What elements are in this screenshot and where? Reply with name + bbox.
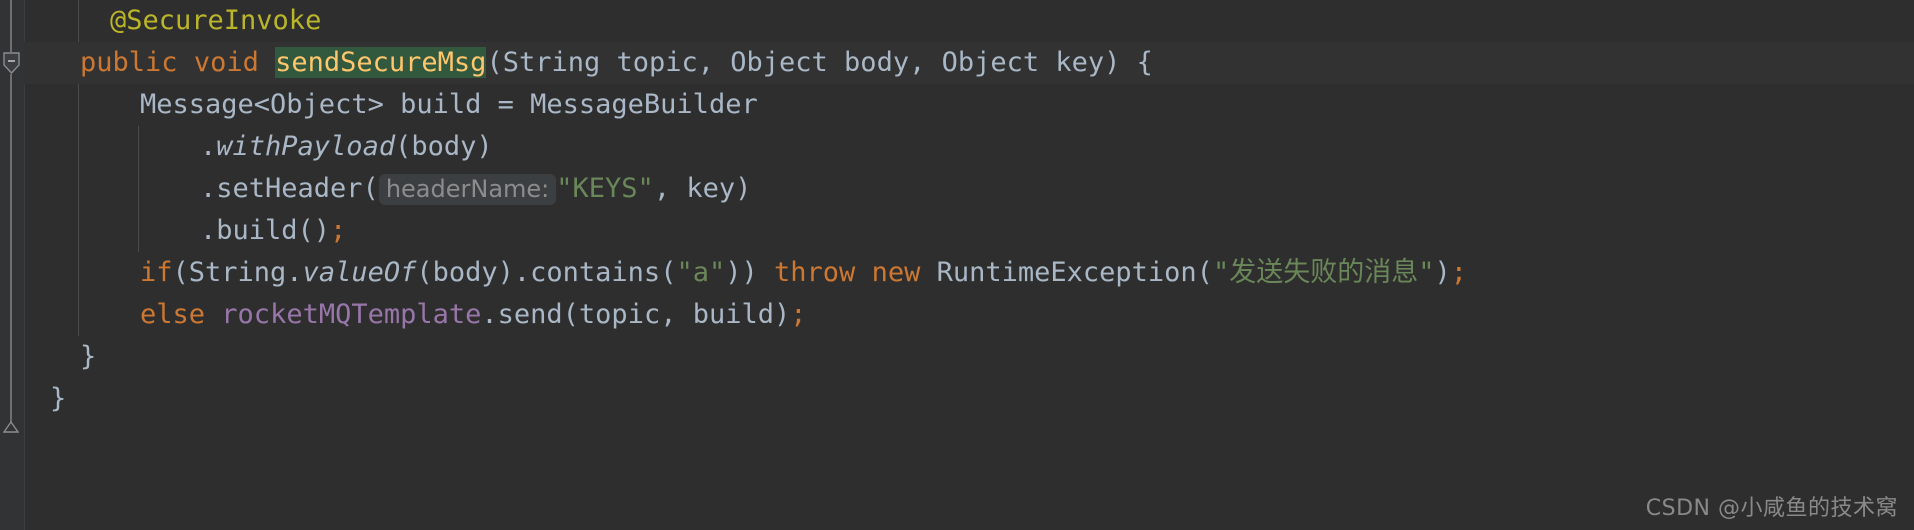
code-token: throw (774, 257, 856, 288)
code-token: (String topic, Object body, Object key) … (486, 47, 1153, 78)
code-token: (body) (395, 131, 493, 162)
line-message-builder[interactable]: Message<Object> build = MessageBuilder (24, 84, 1914, 126)
line-with-payload[interactable]: .withPayload(body) (24, 126, 1914, 168)
code-token: } (50, 383, 67, 414)
code-token: .build() (200, 215, 331, 246)
code-text-area[interactable]: @SecureInvoke public void sendSecureMsg(S… (24, 0, 1914, 530)
indent-guide (78, 126, 79, 168)
code-token: public (80, 47, 178, 78)
fold-end-arrow-icon[interactable] (2, 418, 20, 433)
editor-gutter[interactable] (0, 0, 25, 530)
code-token: withPayload (216, 131, 396, 162)
code-token: rocketMQTemplate (221, 299, 482, 330)
code-token: Message<Object> build = MessageBuilder (140, 89, 758, 120)
code-token: RuntimeException( (920, 257, 1213, 288)
line-set-header[interactable]: .setHeader(headerName: "KEYS", key) (24, 168, 1914, 210)
code-token: "发送失败的消息" (1212, 257, 1435, 288)
indent-guide (138, 168, 139, 210)
code-token: (body).contains( (416, 257, 677, 288)
code-token: , key) (653, 173, 752, 204)
indent-guide (138, 126, 139, 168)
inlay-parameter-hint[interactable]: headerName: (378, 174, 557, 205)
code-fold-line-body (10, 74, 12, 422)
line-else-send[interactable]: else rocketMQTemplate.send(topic, build)… (24, 294, 1914, 336)
indent-guide (78, 252, 79, 294)
line-close-class[interactable]: } (24, 378, 1914, 420)
indent-guide (78, 0, 79, 42)
code-token: else (140, 299, 206, 330)
code-token: "a" (676, 257, 726, 288)
code-token: ; (790, 299, 807, 330)
line-annotation[interactable]: @SecureInvoke (24, 0, 1914, 42)
code-token: .send(topic, build) (481, 299, 791, 330)
watermark-text: CSDN @小咸鱼的技术窝 (1645, 496, 1898, 521)
line-build[interactable]: .build(); (24, 210, 1914, 252)
code-token: ; (1450, 257, 1467, 288)
indent-guide (138, 210, 139, 252)
code-editor[interactable]: @SecureInvoke public void sendSecureMsg(S… (0, 0, 1914, 530)
code-token: "KEYS" (556, 173, 654, 204)
indent-guide (78, 84, 79, 126)
code-token: if (140, 257, 173, 288)
code-token: ) (1434, 257, 1451, 288)
indent-guide (78, 294, 79, 336)
line-close-method[interactable]: } (24, 336, 1914, 378)
code-fold-line (10, 0, 12, 52)
code-token: .setHeader( (200, 173, 379, 204)
code-token: ; (330, 215, 347, 246)
code-token: valueOf (302, 257, 417, 288)
code-token: void (193, 47, 259, 78)
code-token: new (871, 257, 921, 288)
indent-guide (78, 168, 79, 210)
line-method-signature[interactable]: public void sendSecureMsg(String topic, … (24, 42, 1914, 84)
code-token: . (200, 131, 217, 162)
indent-guide (78, 210, 79, 252)
code-token: @SecureInvoke (110, 5, 322, 36)
code-token: } (80, 341, 97, 372)
code-token: sendSecureMsg (275, 47, 487, 78)
fold-collapse-marker-icon[interactable] (3, 52, 20, 74)
line-if-throw[interactable]: if(String.valueOf(body).contains("a")) t… (24, 252, 1914, 294)
code-token: (String. (172, 257, 303, 288)
code-token: )) (725, 257, 775, 288)
